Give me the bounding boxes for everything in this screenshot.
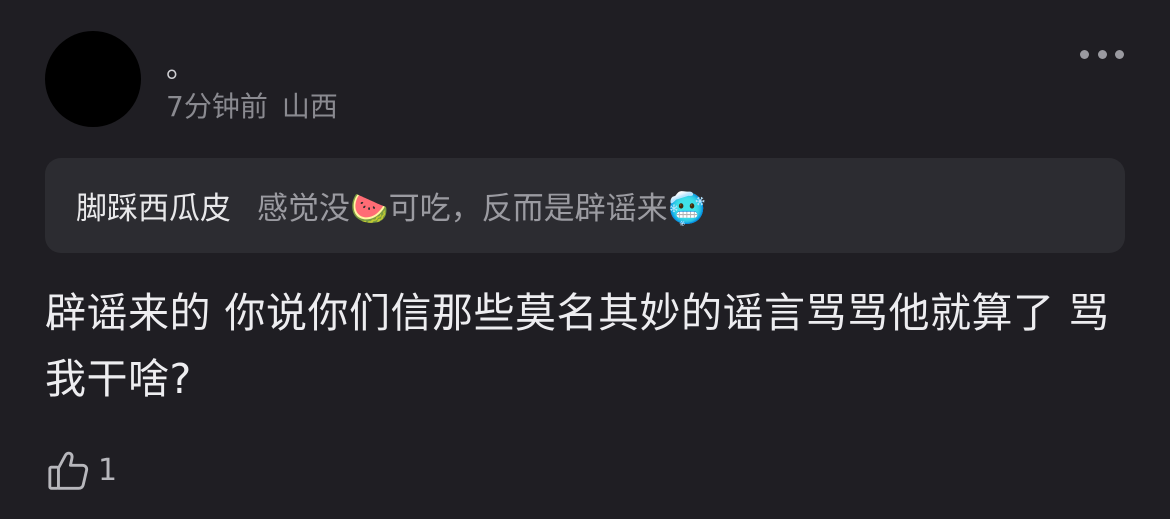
more-dots-icon bbox=[1080, 49, 1089, 59]
more-dots-icon bbox=[1097, 49, 1107, 59]
like-count: 1 bbox=[98, 453, 118, 488]
post-location: 山西 bbox=[281, 90, 338, 123]
comment-body: 辟谣来的 你说你们信那些莫名其妙的谣言骂骂他就算了 骂我干啥? bbox=[45, 289, 1110, 403]
more-options-button[interactable] bbox=[1080, 46, 1124, 62]
quote-author[interactable]: 脚踩西瓜皮 bbox=[76, 183, 231, 228]
quoted-reply[interactable]: 脚踩西瓜皮 感觉没🍉可吃，反而是辟谣来🥶 bbox=[45, 158, 1125, 253]
username[interactable]: 。 bbox=[166, 50, 196, 86]
thumbs-up-icon bbox=[48, 451, 89, 490]
post-time: 7分钟前 bbox=[166, 90, 268, 123]
quote-text: 感觉没🍉可吃，反而是辟谣来🥶 bbox=[257, 191, 707, 227]
avatar[interactable] bbox=[45, 31, 141, 127]
post-meta: 7分钟前 山西 bbox=[166, 88, 338, 126]
more-dots-icon bbox=[1115, 49, 1124, 59]
like-button[interactable]: 1 bbox=[46, 448, 117, 494]
